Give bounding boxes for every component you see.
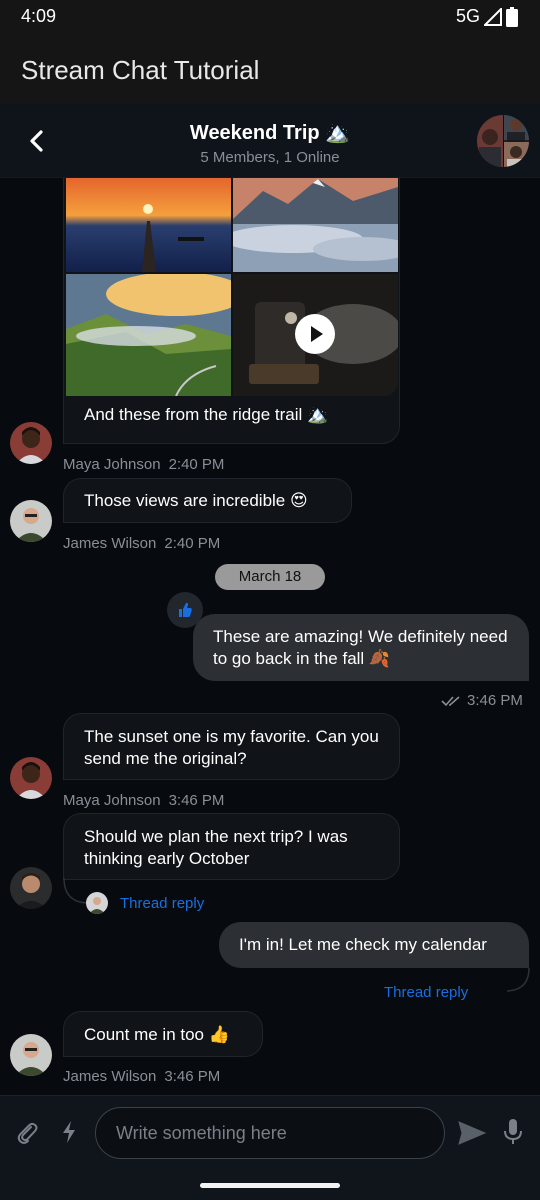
sunset-pier-image[interactable]: [66, 178, 231, 272]
message-input-container[interactable]: [95, 1107, 445, 1159]
channel-title: Weekend Trip 🏔️: [189, 122, 351, 144]
author-name: James Wilson: [63, 535, 157, 552]
thread-reply-link[interactable]: Thread reply: [384, 984, 468, 1001]
message-time: 3:46 PM: [168, 792, 225, 809]
message-status: 3:46 PM: [441, 692, 523, 709]
message-text: These are amazing! We definitely need to…: [213, 627, 508, 668]
message-text: I'm in! Let me check my calendar: [239, 935, 487, 954]
valley-fog-image[interactable]: [66, 274, 231, 396]
message-gallery-bubble[interactable]: And these from the ridge trail 🏔️: [63, 178, 400, 444]
app-title: Stream Chat Tutorial: [21, 55, 260, 85]
send-icon[interactable]: [458, 1120, 486, 1146]
attachment-icon[interactable]: [14, 1120, 40, 1146]
message-text: Those views are incredible 😍: [84, 491, 308, 510]
channel-member-status: 5 Members, 1 Online: [200, 149, 340, 166]
status-time: 4:09: [21, 6, 57, 26]
message-composer: [0, 1095, 540, 1169]
message-bubble-outgoing[interactable]: These are amazing! We definitely need to…: [193, 614, 529, 681]
double-check-icon: [441, 695, 460, 706]
message-meta: Maya Johnson 3:46 PM: [63, 792, 224, 809]
avatar-james-wilson[interactable]: [10, 1034, 52, 1076]
message-time: 3:46 PM: [164, 1068, 221, 1085]
channel-header: Weekend Trip 🏔️ 5 Members, 1 Online: [0, 104, 540, 178]
avatar-maya-johnson[interactable]: [10, 422, 52, 464]
signal-icon: [484, 7, 502, 26]
status-icons: 5G: [456, 6, 518, 27]
thread-reply-link[interactable]: Thread reply: [120, 895, 204, 912]
mountain-clouds-image[interactable]: [233, 178, 398, 272]
message-meta: James Wilson 2:40 PM: [63, 535, 220, 552]
play-icon: [311, 326, 323, 342]
home-gesture-handle[interactable]: [200, 1183, 340, 1188]
author-name: Maya Johnson: [63, 792, 161, 809]
message-bubble[interactable]: Count me in too 👍: [63, 1011, 263, 1057]
thread-connector: [506, 968, 530, 992]
microphone-icon[interactable]: [503, 1118, 523, 1146]
message-meta: James Wilson 3:46 PM: [63, 1068, 220, 1085]
author-name: Maya Johnson: [63, 456, 161, 473]
message-text: And these from the ridge trail 🏔️: [84, 405, 329, 424]
message-meta: Maya Johnson 2:40 PM: [63, 456, 224, 473]
channel-avatar[interactable]: [477, 115, 529, 167]
message-bubble-outgoing[interactable]: I'm in! Let me check my calendar: [219, 922, 529, 968]
thread-participant-avatar: [86, 892, 108, 914]
author-name: James Wilson: [63, 1068, 157, 1085]
projector-video[interactable]: [233, 274, 398, 396]
date-separator: March 18: [215, 564, 325, 590]
avatar-james-wilson[interactable]: [10, 500, 52, 542]
message-input[interactable]: [116, 1108, 416, 1158]
message-text: Should we plan the next trip? I was thin…: [84, 827, 348, 868]
message-bubble[interactable]: Should we plan the next trip? I was thin…: [63, 813, 400, 880]
message-time: 2:40 PM: [168, 456, 225, 473]
message-list[interactable]: And these from the ridge trail 🏔️ Maya J…: [0, 178, 540, 1095]
message-bubble[interactable]: The sunset one is my favorite. Can you s…: [63, 713, 400, 780]
battery-icon: [506, 6, 518, 27]
app-bar: Stream Chat Tutorial: [0, 34, 540, 104]
message-text: Count me in too 👍: [84, 1025, 230, 1044]
lightning-icon[interactable]: [60, 1120, 78, 1144]
message-time: 2:40 PM: [164, 535, 221, 552]
avatar-member[interactable]: [10, 867, 52, 909]
network-label: 5G: [455, 6, 480, 26]
message-bubble[interactable]: Those views are incredible 😍: [63, 478, 352, 523]
message-time: 3:46 PM: [467, 692, 523, 709]
system-nav-bar: [0, 1169, 540, 1200]
message-text: The sunset one is my favorite. Can you s…: [84, 727, 379, 768]
status-bar: 4:09 5G: [0, 0, 540, 34]
avatar-maya-johnson[interactable]: [10, 757, 52, 799]
play-button[interactable]: [295, 314, 335, 354]
